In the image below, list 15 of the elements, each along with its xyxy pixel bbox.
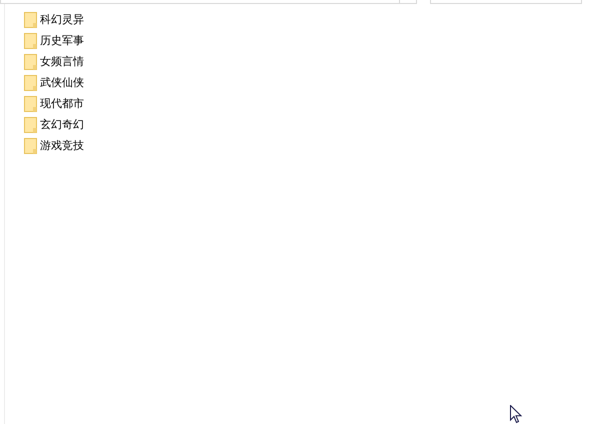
folder-name[interactable]: 女频言情 [40, 54, 84, 68]
folder-icon [24, 74, 37, 90]
folder-icon [24, 116, 37, 132]
folder-icon [24, 54, 37, 70]
folder-icon [24, 12, 37, 28]
folder-name[interactable]: 科幻灵异 [40, 12, 84, 26]
folder-icon [24, 32, 37, 48]
folder-name[interactable]: 历史军事 [40, 34, 84, 48]
folder-name[interactable]: 武侠仙侠 [40, 76, 84, 90]
folder-name[interactable]: 游戏竞技 [40, 138, 84, 152]
folder-icon [24, 138, 37, 154]
folder-icon [24, 96, 37, 112]
folder-name[interactable]: 玄幻奇幻 [40, 118, 84, 132]
folder-name[interactable]: 现代都市 [40, 96, 84, 110]
pointer-icon [510, 405, 523, 424]
